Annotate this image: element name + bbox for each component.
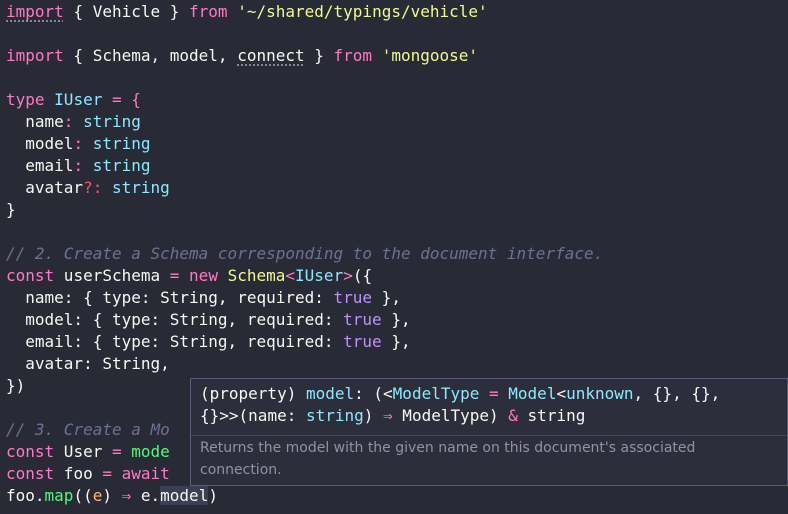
code-line-22: const foo = await [6,464,170,483]
code-line-23: foo.map((e) ⇒ e.model) [6,486,218,505]
code-line-14: name: { type: String, required: true }, [6,288,401,307]
hovered-symbol[interactable]: model [160,486,209,505]
tooltip-signature: (property) model: (<ModelType = Model<un… [200,384,721,425]
code-line-3: import { Schema, model, connect } from '… [6,46,479,65]
code-line-9: avatar?: string [6,178,170,197]
tooltip-divider [191,435,787,436]
hover-tooltip: (property) model: (<ModelType = Model<un… [190,378,788,486]
code-comment-3: // 3. Create a Mo [6,420,170,439]
code-line-21: const User = mode [6,442,170,461]
code-comment-2: // 2. Create a Schema corresponding to t… [6,244,604,263]
code-line-6: name: string [6,112,141,131]
code-line-16: email: { type: String, required: true }, [6,332,411,351]
code-line-1: import { Vehicle } from '~/shared/typing… [6,2,488,21]
code-line-8: email: string [6,156,151,175]
code-line-18: }) [6,376,26,395]
code-line-15: model: { type: String, required: true }, [6,310,411,329]
code-line-17: avatar: String, [6,354,170,373]
code-line-5: type IUser = { [6,90,141,109]
code-line-10: } [6,200,16,219]
code-line-13: const userSchema = new Schema<IUser>({ [6,266,373,285]
code-line-7: model: string [6,134,151,153]
tooltip-documentation: Returns the model with the given name on… [200,440,696,478]
